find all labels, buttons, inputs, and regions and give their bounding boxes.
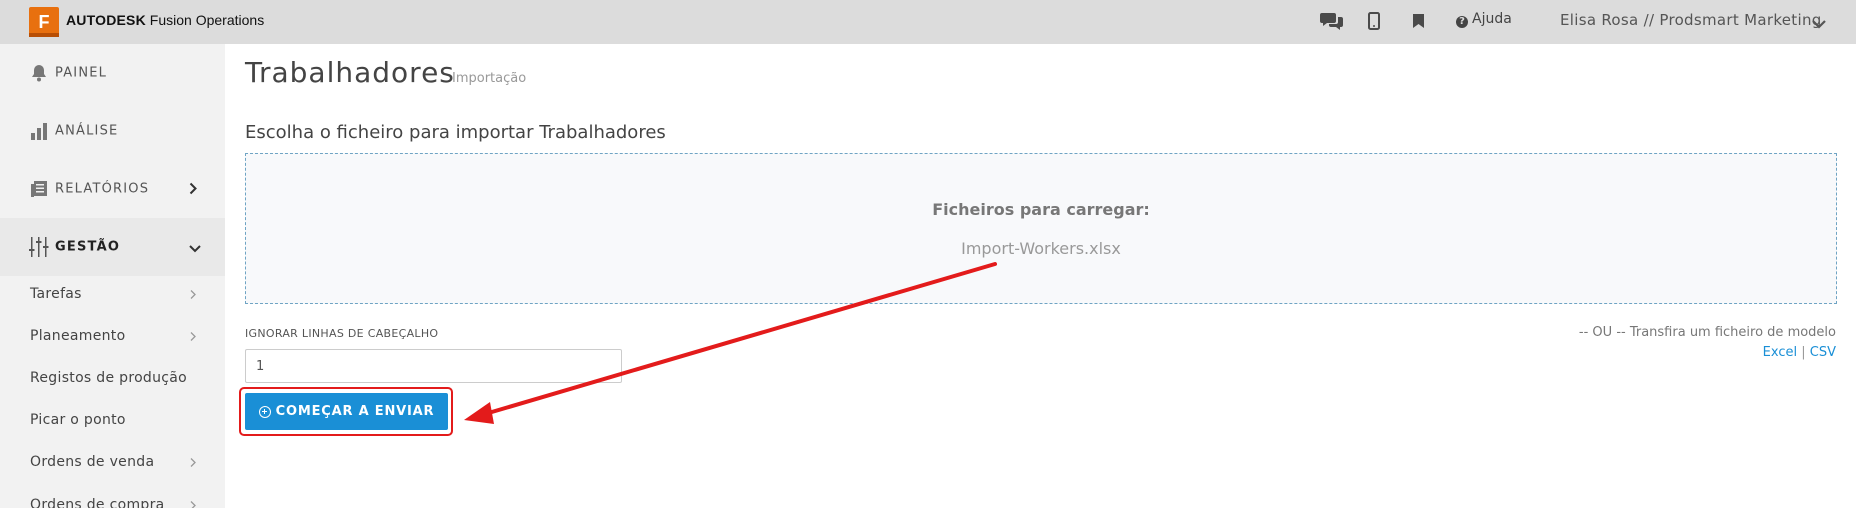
page-subtitle: Importação — [452, 71, 527, 86]
file-dropzone[interactable]: Ficheiros para carregar: Import-Workers.… — [245, 153, 1837, 304]
template-links: Excel | CSV — [1762, 345, 1836, 360]
ignore-header-rows-input[interactable] — [245, 349, 622, 383]
plus-circle-icon — [258, 405, 271, 418]
chevron-right-icon — [190, 496, 196, 508]
sidebar-subitem-label: Ordens de compra — [30, 497, 165, 508]
sidebar-subitem-label: Planeamento — [30, 328, 126, 344]
sidebar-subitem-label: Ordens de venda — [30, 454, 155, 470]
sidebar-subitem-ordens-compra[interactable]: Ordens de compra — [0, 484, 225, 508]
sidebar-subitem-ordens-venda[interactable]: Ordens de venda — [0, 441, 225, 483]
top-bar: F AUTODESK Fusion Operations ? Ajuda Elis… — [0, 0, 1856, 44]
fusion-logo[interactable]: F — [29, 7, 59, 37]
reports-icon — [29, 179, 49, 199]
start-upload-button[interactable]: COMEÇAR A ENVIAR — [245, 393, 448, 430]
bar-chart-icon — [29, 121, 49, 141]
bookmark-icon[interactable] — [1411, 10, 1425, 32]
sliders-icon — [29, 237, 49, 257]
sidebar-item-analise[interactable]: ANÁLISE — [0, 102, 225, 160]
dropzone-file-name: Import-Workers.xlsx — [961, 239, 1121, 258]
sidebar-item-label: PAINEL — [55, 65, 108, 81]
sidebar-subitem-picar-ponto[interactable]: Picar o ponto — [0, 399, 225, 441]
sidebar-item-painel[interactable]: PAINEL — [0, 44, 225, 102]
ignore-header-rows-label: IGNORAR LINHAS DE CABEÇALHO — [245, 327, 439, 340]
sidebar-subitem-registos[interactable]: Registos de produção — [0, 357, 225, 399]
template-excel-link[interactable]: Excel — [1763, 345, 1797, 360]
choose-file-heading: Escolha o ficheiro para importar Trabalh… — [245, 122, 666, 143]
sidebar-item-label: RELATÓRIOS — [55, 181, 150, 197]
template-csv-link[interactable]: CSV — [1810, 345, 1836, 360]
chevron-right-icon — [189, 180, 197, 199]
sidebar-subitem-tarefas[interactable]: Tarefas — [0, 273, 225, 315]
help-icon: ? — [1456, 16, 1468, 28]
chevron-down-icon — [189, 238, 201, 257]
chat-icon[interactable] — [1320, 10, 1344, 32]
mobile-icon[interactable] — [1366, 10, 1382, 32]
page-title: Trabalhadores — [245, 56, 455, 89]
sidebar-item-label: GESTÃO — [55, 239, 121, 255]
sidebar: PAINEL ANÁLISE RELATÓRIOS GESTÃO Tarefas… — [0, 44, 225, 508]
user-menu[interactable]: Elisa Rosa // Prodsmart Marketing — [1560, 11, 1822, 29]
sidebar-item-label: ANÁLISE — [55, 123, 119, 139]
dropzone-label: Ficheiros para carregar: — [932, 200, 1150, 219]
help-link[interactable]: ? Ajuda — [1456, 11, 1512, 28]
bell-icon — [29, 63, 49, 83]
sidebar-subitem-planeamento[interactable]: Planeamento — [0, 315, 225, 357]
chevron-right-icon — [190, 285, 196, 304]
brand-name: AUTODESK Fusion Operations — [66, 12, 265, 28]
sidebar-subitem-label: Picar o ponto — [30, 412, 126, 428]
sidebar-item-gestao[interactable]: GESTÃO — [0, 218, 225, 276]
chevron-right-icon — [190, 327, 196, 346]
template-download-text: -- OU -- Transfira um ficheiro de modelo — [1578, 325, 1836, 340]
chevron-down-icon[interactable] — [1812, 14, 1826, 33]
chevron-right-icon — [190, 453, 196, 472]
sidebar-item-relatorios[interactable]: RELATÓRIOS — [0, 160, 225, 218]
sidebar-subitem-label: Tarefas — [30, 286, 82, 302]
sidebar-subitem-label: Registos de produção — [30, 370, 188, 386]
